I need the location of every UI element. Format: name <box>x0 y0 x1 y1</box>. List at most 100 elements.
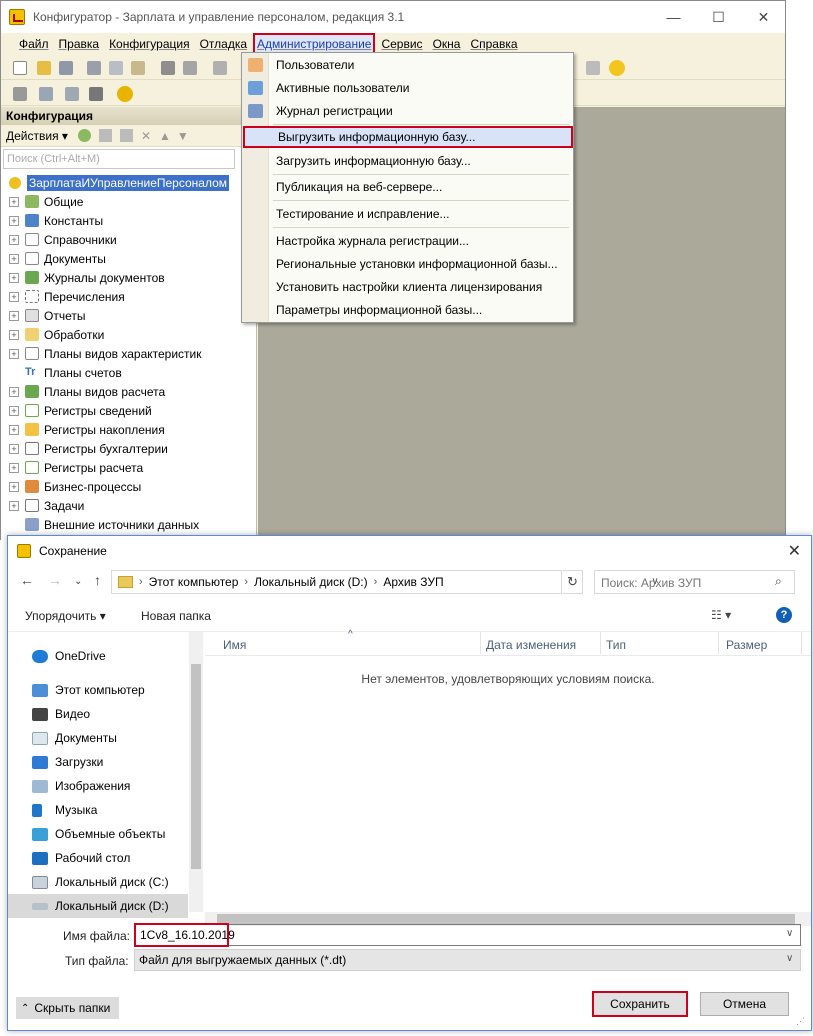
paste-icon[interactable] <box>131 61 145 75</box>
run-icon[interactable] <box>117 86 133 102</box>
breadcrumb-archive[interactable]: Архив ЗУП <box>383 575 443 589</box>
edit-icon[interactable] <box>98 129 112 142</box>
menu-file[interactable]: Файл <box>15 35 53 53</box>
menu-item-event-log-settings[interactable]: Настройка журнала регистрации... <box>269 230 569 252</box>
nav-drive-c[interactable]: Локальный диск (C:) <box>8 870 188 894</box>
menu-item-regional-settings[interactable]: Региональные установки информационной ба… <box>269 253 569 275</box>
hide-folders-button[interactable]: ⌃ Скрыть папки <box>16 997 119 1019</box>
menu-item-licensing-settings[interactable]: Установить настройки клиента лицензирова… <box>269 276 569 298</box>
move-up-icon[interactable]: ▲ <box>159 129 171 143</box>
menu-configuration[interactable]: Конфигурация <box>105 35 194 53</box>
save-button[interactable]: Сохранить <box>592 991 688 1017</box>
maximize-button[interactable]: ☐ <box>696 1 741 33</box>
filetype-dropdown-icon[interactable]: ∨ <box>786 953 793 964</box>
history-dropdown-icon[interactable]: ⌄ <box>74 576 82 587</box>
nav-3d-objects[interactable]: Объемные объекты <box>8 822 188 846</box>
dialog-close-icon[interactable]: ✕ <box>788 541 801 561</box>
nav-this-pc[interactable]: Этот компьютер <box>8 678 188 702</box>
tree-item[interactable]: + Документы <box>1 249 257 268</box>
tree-item[interactable]: + Регистры накопления <box>1 420 257 439</box>
nav-pictures[interactable]: Изображения <box>8 774 188 798</box>
nav-videos[interactable]: Видео <box>8 702 188 726</box>
tree-item[interactable]: + Регистры сведений <box>1 401 257 420</box>
menu-item-test-repair[interactable]: Тестирование и исправление... <box>269 203 569 225</box>
open-icon[interactable] <box>37 61 51 75</box>
menu-item-web-publish[interactable]: Публикация на веб-сервере... <box>269 176 569 198</box>
tree-item[interactable]: + Планы видов характеристик <box>1 344 257 363</box>
tree-item[interactable]: + Регистры бухгалтерии <box>1 439 257 458</box>
address-bar[interactable]: › Этот компьютер › Локальный диск (D:) ›… <box>111 570 659 594</box>
minimize-button[interactable]: — <box>651 1 696 33</box>
tree-item[interactable]: + Журналы документов <box>1 268 257 287</box>
menu-help[interactable]: Справка <box>466 35 521 53</box>
search-input[interactable]: Поиск: Архив ЗУП <box>594 570 795 594</box>
save-icon[interactable] <box>59 61 73 75</box>
nav-downloads[interactable]: Загрузки <box>8 750 188 774</box>
col-size[interactable]: Размер <box>726 638 767 652</box>
update-icon[interactable] <box>65 87 79 101</box>
tree-item[interactable]: + Бизнес-процессы <box>1 477 257 496</box>
menu-debug[interactable]: Отладка <box>196 35 251 53</box>
menu-item-event-log[interactable]: Журнал регистрации <box>269 100 569 122</box>
cancel-button[interactable]: Отмена <box>700 992 789 1016</box>
tree-item[interactable]: + Перечисления <box>1 287 257 306</box>
tool-icon[interactable] <box>586 61 600 75</box>
delete-icon[interactable]: ✕ <box>141 129 151 143</box>
tree-item[interactable]: + Справочники <box>1 230 257 249</box>
menu-item-users[interactable]: Пользователи <box>269 54 569 76</box>
nav-onedrive[interactable]: OneDrive <box>8 644 188 668</box>
menu-edit[interactable]: Правка <box>55 35 104 53</box>
menu-item-active-users[interactable]: Активные пользователи <box>269 77 569 99</box>
col-type[interactable]: Тип <box>606 638 626 652</box>
tree-item[interactable]: + Общие <box>1 192 257 211</box>
menu-item-infobase-params[interactable]: Параметры информационной базы... <box>269 299 569 321</box>
print-icon[interactable] <box>161 61 175 75</box>
nav-drive-d[interactable]: Локальный диск (D:) <box>8 894 188 918</box>
add-icon[interactable] <box>77 129 91 142</box>
tree-item[interactable]: Внешние источники данных <box>1 515 257 534</box>
menu-service[interactable]: Сервис <box>377 35 426 53</box>
cut-icon[interactable] <box>87 61 101 75</box>
search-icon[interactable]: ⌕ <box>775 574 782 589</box>
breadcrumb-drive-d[interactable]: Локальный диск (D:) <box>254 575 368 589</box>
up-icon[interactable]: ↑ <box>94 572 101 588</box>
copy-icon[interactable] <box>119 129 133 142</box>
actions-menu[interactable]: Действия ▾ <box>6 129 68 143</box>
tree-item[interactable]: Tr Планы счетов <box>1 363 257 382</box>
tree-item[interactable]: + Константы <box>1 211 257 230</box>
config-icon[interactable] <box>13 87 27 101</box>
nav-scrollbar[interactable] <box>189 632 203 912</box>
tree-root[interactable]: ЗарплатаИУправлениеПерсоналом <box>1 173 257 192</box>
undo-icon[interactable] <box>213 61 227 75</box>
filetype-select[interactable]: Файл для выгружаемых данных (*.dt) <box>134 949 801 971</box>
preview-icon[interactable] <box>183 61 197 75</box>
new-icon[interactable] <box>13 61 27 75</box>
back-icon[interactable]: ← <box>20 572 34 588</box>
copy-icon[interactable] <box>109 61 123 75</box>
col-name[interactable]: Имя <box>223 638 246 652</box>
breadcrumb-this-pc[interactable]: Этот компьютер <box>149 575 239 589</box>
nav-documents[interactable]: Документы <box>8 726 188 750</box>
col-date[interactable]: Дата изменения <box>486 638 576 652</box>
tree-item[interactable]: + Регистры расчета <box>1 458 257 477</box>
window-icon[interactable] <box>89 87 103 101</box>
nav-music[interactable]: Музыка <box>8 798 188 822</box>
tree-item[interactable]: + Задачи <box>1 496 257 515</box>
resize-grip-icon[interactable]: ⋰ <box>796 1016 808 1028</box>
menu-item-export-infobase[interactable]: Выгрузить информационную базу... <box>243 126 573 148</box>
tree-item[interactable]: + Планы видов расчета <box>1 382 257 401</box>
db-config-icon[interactable] <box>39 87 53 101</box>
menu-item-import-infobase[interactable]: Загрузить информационную базу... <box>269 150 569 172</box>
close-button[interactable]: ✕ <box>741 1 786 33</box>
new-folder-button[interactable]: Новая папка <box>141 609 211 623</box>
refresh-icon[interactable]: ↻ <box>563 570 583 594</box>
info-icon[interactable] <box>609 60 625 76</box>
tree-item[interactable]: + Отчеты <box>1 306 257 325</box>
filename-input[interactable]: 1Cv8_16.10.2019 <box>134 923 235 947</box>
config-search-input[interactable]: Поиск (Ctrl+Alt+M) <box>3 149 235 169</box>
filename-dropdown-icon[interactable]: ∨ <box>786 928 793 939</box>
menu-windows[interactable]: Окна <box>429 35 465 53</box>
nav-desktop[interactable]: Рабочий стол <box>8 846 188 870</box>
move-down-icon[interactable]: ▼ <box>177 129 189 143</box>
forward-icon[interactable]: → <box>48 572 62 588</box>
